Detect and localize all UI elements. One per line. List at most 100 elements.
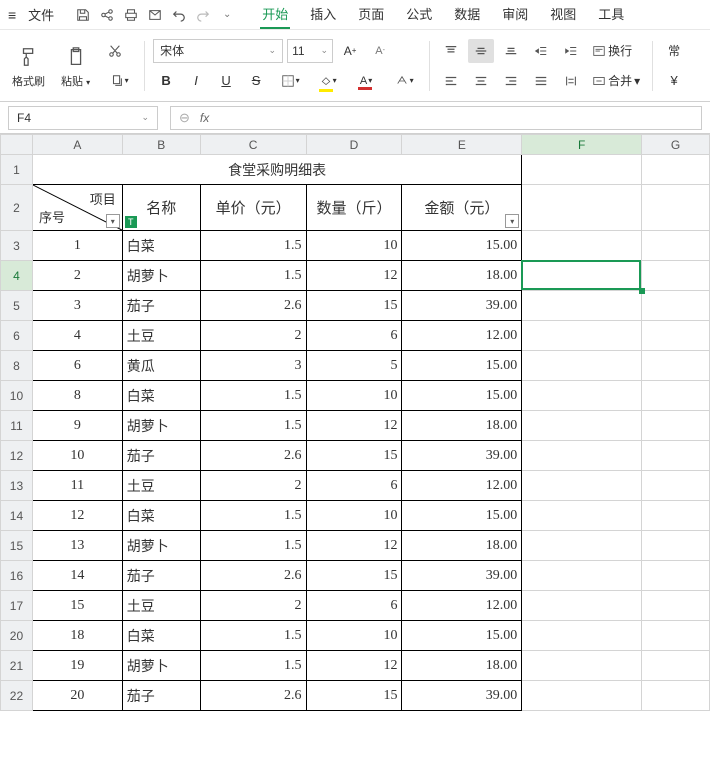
cell-seq[interactable]: 9 <box>32 411 122 441</box>
col-header-E[interactable]: E <box>402 135 522 155</box>
tab-page[interactable]: 页面 <box>356 0 386 29</box>
file-menu[interactable]: 文件 <box>22 5 60 24</box>
cell-qty[interactable]: 15 <box>306 681 402 711</box>
cell-name[interactable]: 黄瓜 <box>122 351 200 381</box>
border-icon[interactable]: ▾ <box>273 69 307 93</box>
cell-amount[interactable]: 15.00 <box>402 351 522 381</box>
header-name[interactable]: 名称T <box>122 185 200 231</box>
cell-F13[interactable] <box>522 471 642 501</box>
cell-F3[interactable] <box>522 231 642 261</box>
row-header-14[interactable]: 14 <box>1 501 33 531</box>
header-qty[interactable]: 数量（斤） <box>306 185 402 231</box>
row-header-13[interactable]: 13 <box>1 471 33 501</box>
cell-seq[interactable]: 19 <box>32 651 122 681</box>
cell-price[interactable]: 1.5 <box>200 531 306 561</box>
align-right-icon[interactable] <box>498 69 524 93</box>
row-header-10[interactable]: 10 <box>1 381 33 411</box>
tab-tools[interactable]: 工具 <box>596 0 626 29</box>
diagonal-header[interactable]: 项目序号▾ <box>32 185 122 231</box>
cell-seq[interactable]: 20 <box>32 681 122 711</box>
row-header-1[interactable]: 1 <box>1 155 33 185</box>
cell-seq[interactable]: 2 <box>32 261 122 291</box>
cell-amount[interactable]: 12.00 <box>402 591 522 621</box>
cell-amount[interactable]: 12.00 <box>402 471 522 501</box>
cell-name[interactable]: 茄子 <box>122 291 200 321</box>
cell-name[interactable]: 白菜 <box>122 231 200 261</box>
cell-seq[interactable]: 18 <box>32 621 122 651</box>
cell-price[interactable]: 1.5 <box>200 411 306 441</box>
row-header-15[interactable]: 15 <box>1 531 33 561</box>
cell-qty[interactable]: 12 <box>306 531 402 561</box>
tab-insert[interactable]: 插入 <box>308 0 338 29</box>
cell-price[interactable]: 1.5 <box>200 651 306 681</box>
cell-qty[interactable]: 10 <box>306 381 402 411</box>
share-icon[interactable] <box>96 4 118 26</box>
align-bottom-icon[interactable] <box>498 39 524 63</box>
table-title[interactable]: 食堂采购明细表 <box>32 155 521 185</box>
cell-price[interactable]: 2.6 <box>200 561 306 591</box>
cell-qty[interactable]: 12 <box>306 411 402 441</box>
row-header-5[interactable]: 5 <box>1 291 33 321</box>
header-amount[interactable]: 金额（元）▾ <box>402 185 522 231</box>
font-name-select[interactable]: 宋体⌄ <box>153 39 283 63</box>
cell-seq[interactable]: 6 <box>32 351 122 381</box>
cell-seq[interactable]: 12 <box>32 501 122 531</box>
increase-indent-icon[interactable] <box>558 39 584 63</box>
hamburger-icon[interactable]: ≡ <box>4 7 20 23</box>
wrap-text-button[interactable]: 换行 <box>588 39 636 63</box>
decrease-indent-icon[interactable] <box>528 39 554 63</box>
row-header-17[interactable]: 17 <box>1 591 33 621</box>
cell-name[interactable]: 茄子 <box>122 681 200 711</box>
col-header-B[interactable]: B <box>122 135 200 155</box>
format-painter-group[interactable]: 格式刷 <box>8 43 49 89</box>
cell-name[interactable]: 胡萝卜 <box>122 531 200 561</box>
paste-group[interactable]: 粘贴 ▾ <box>57 43 94 89</box>
cell-name[interactable]: 白菜 <box>122 381 200 411</box>
cell-F17[interactable] <box>522 591 642 621</box>
italic-icon[interactable]: I <box>183 69 209 93</box>
strike-icon[interactable]: S <box>243 69 269 93</box>
cell-F14[interactable] <box>522 501 642 531</box>
align-center-icon[interactable] <box>468 69 494 93</box>
cell-F20[interactable] <box>522 621 642 651</box>
row-header-8[interactable]: 8 <box>1 351 33 381</box>
cell-price[interactable]: 2 <box>200 471 306 501</box>
redo-icon[interactable] <box>192 4 214 26</box>
cell-amount[interactable]: 39.00 <box>402 681 522 711</box>
cell-price[interactable]: 2 <box>200 321 306 351</box>
formula-bar[interactable]: ⊖ fx <box>170 106 702 130</box>
cell-F12[interactable] <box>522 441 642 471</box>
cell-amount[interactable]: 39.00 <box>402 561 522 591</box>
cut-icon[interactable] <box>102 39 128 63</box>
filter-icon[interactable]: ▾ <box>106 214 120 228</box>
row-header-16[interactable]: 16 <box>1 561 33 591</box>
cell-price[interactable]: 2.6 <box>200 291 306 321</box>
undo-icon[interactable] <box>168 4 190 26</box>
cell-amount[interactable]: 39.00 <box>402 441 522 471</box>
row-header-12[interactable]: 12 <box>1 441 33 471</box>
cell-name[interactable]: 土豆 <box>122 321 200 351</box>
cell-seq[interactable]: 10 <box>32 441 122 471</box>
row-header-3[interactable]: 3 <box>1 231 33 261</box>
cell-seq[interactable]: 14 <box>32 561 122 591</box>
cell-qty[interactable]: 6 <box>306 591 402 621</box>
cell-amount[interactable]: 15.00 <box>402 501 522 531</box>
row-header-20[interactable]: 20 <box>1 621 33 651</box>
cell-name[interactable]: 土豆 <box>122 591 200 621</box>
cell-amount[interactable]: 15.00 <box>402 381 522 411</box>
number-format[interactable]: 常 <box>661 39 687 63</box>
filter-icon[interactable]: ▾ <box>505 214 519 228</box>
align-left-icon[interactable] <box>438 69 464 93</box>
cell-seq[interactable]: 3 <box>32 291 122 321</box>
cell-F6[interactable] <box>522 321 642 351</box>
cell-amount[interactable]: 15.00 <box>402 621 522 651</box>
tab-data[interactable]: 数据 <box>452 0 482 29</box>
cell-qty[interactable]: 10 <box>306 501 402 531</box>
cell-price[interactable]: 1.5 <box>200 501 306 531</box>
preview-icon[interactable] <box>144 4 166 26</box>
cell-name[interactable]: 胡萝卜 <box>122 261 200 291</box>
col-header-D[interactable]: D <box>306 135 402 155</box>
cancel-formula-icon[interactable]: ⊖ <box>179 110 190 126</box>
cell-seq[interactable]: 4 <box>32 321 122 351</box>
cell-qty[interactable]: 10 <box>306 621 402 651</box>
